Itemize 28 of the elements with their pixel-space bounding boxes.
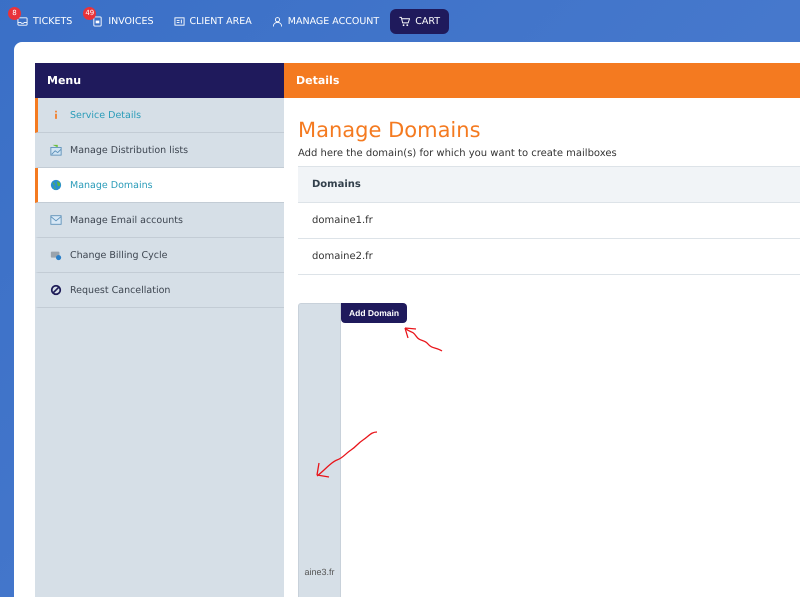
billing-icon — [50, 249, 62, 261]
menu-item[interactable]: Manage Domains — [35, 168, 284, 203]
document-icon — [92, 16, 104, 26]
nav-link[interactable]: CART — [390, 8, 450, 34]
input-field[interactable]: aine3.fr — [298, 303, 341, 597]
mail-icon — [50, 214, 62, 226]
column-header: Domains — [298, 166, 800, 203]
details-header: Details — [284, 63, 800, 98]
cancel-icon — [50, 284, 62, 296]
menu-item[interactable]: Request Cancellation — [35, 273, 284, 308]
add-domain-button[interactable]: Add Domain — [341, 303, 408, 323]
annotation-arrow — [316, 431, 378, 478]
id-card-icon — [174, 16, 184, 26]
annotation-arrow — [404, 327, 442, 352]
table-cell: domaine1.fr — [298, 203, 800, 239]
menu-item[interactable]: Change Billing Cycle — [35, 238, 284, 273]
page-heading: Manage Domains — [298, 118, 482, 142]
nav-link[interactable]: CLIENT AREA — [164, 8, 261, 34]
globe-icon — [50, 179, 62, 191]
cart-icon — [399, 16, 410, 26]
nav-link[interactable]: MANAGE ACCOUNT — [262, 8, 388, 34]
inbox-icon — [17, 16, 28, 26]
menu-header: Menu — [35, 63, 284, 98]
table-cell: domaine2.fr — [298, 239, 800, 275]
menu-item[interactable]: Manage Email accounts — [35, 203, 284, 238]
intro-text: Add here the domain(s) for which you want to create mailboxes — [298, 148, 618, 159]
list-icon — [50, 144, 62, 156]
user-icon — [272, 16, 283, 26]
